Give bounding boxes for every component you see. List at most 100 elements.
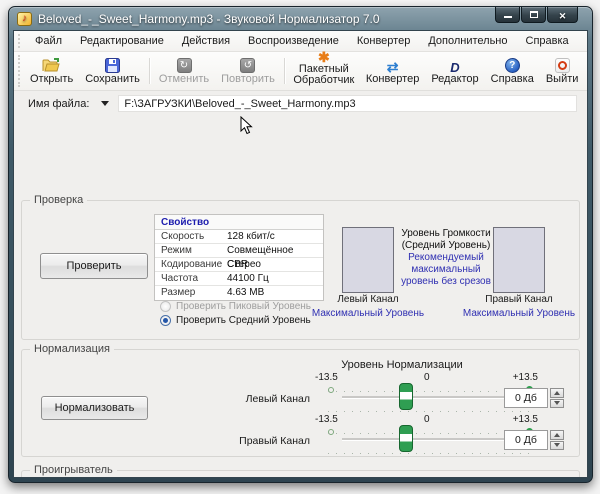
titlebar[interactable]: Beloved_-_Sweet_Harmony.mp3 - Звуковой Н… [9, 7, 592, 30]
properties-header: Свойство [155, 215, 323, 230]
filename-field[interactable]: F:\ЗАГРУЗКИ\Beloved_-_Sweet_Harmony.mp3 [118, 95, 577, 112]
normalize-left-channel-label: Левый Канал [210, 393, 310, 405]
right-channel-label: Правый Канал [469, 294, 569, 305]
slider-thumb[interactable] [399, 425, 413, 452]
caption-buttons [495, 7, 578, 23]
spin-up-button[interactable] [550, 388, 564, 398]
slider-min-marker [328, 429, 334, 435]
max-level-link-right[interactable]: Максимальный Уровень [454, 308, 584, 319]
player-group-label: Проигрыватель [30, 464, 117, 476]
batch-processor-button[interactable]: Пакетный Обработчик [288, 54, 360, 90]
left-channel-label: Левый Канал [318, 294, 418, 305]
menu-help[interactable]: Справка [517, 32, 578, 50]
help-label: Справка [491, 74, 534, 85]
normalize-button[interactable]: Нормализовать [41, 396, 148, 420]
recommend-line3: уровень без срезов [388, 276, 504, 288]
player-group: Проигрыватель [21, 470, 580, 478]
help-button[interactable]: Справка [485, 54, 540, 90]
menu-converter[interactable]: Конвертер [348, 32, 419, 50]
radio-check-average-level[interactable]: Проверить Средний Уровень [160, 315, 311, 326]
table-row: КодированиеCBR [155, 258, 323, 272]
volume-level-caption: Уровень Громкости (Средний Уровень) Реко… [388, 228, 504, 288]
left-db-spinner [550, 388, 564, 408]
scale-mid-label: 0 [424, 372, 430, 383]
filename-label: Имя файла: [28, 98, 89, 110]
right-db-value: 0 Дб [515, 434, 537, 446]
spin-down-button[interactable] [550, 441, 564, 451]
menu-extra[interactable]: Дополнительно [419, 32, 516, 50]
converter-button[interactable]: Конвертер [360, 54, 425, 90]
redo-label: Повторить [221, 74, 275, 85]
maximize-icon [530, 11, 538, 18]
scale-mid-label: 0 [424, 414, 430, 425]
right-db-spinner [550, 430, 564, 450]
toolbar-separator [284, 58, 285, 84]
app-window: Beloved_-_Sweet_Harmony.mp3 - Звуковой Н… [8, 6, 593, 483]
menu-edit[interactable]: Редактирование [71, 32, 173, 50]
left-db-value: 0 Дб [515, 392, 537, 404]
left-db-input[interactable]: 0 Дб [504, 388, 548, 408]
editor-icon [450, 55, 459, 73]
normalize-button-label: Нормализовать [55, 402, 135, 414]
batch-label: Пакетный Обработчик [293, 64, 354, 86]
redo-button[interactable]: Повторить [215, 54, 281, 90]
filename-dropdown-button[interactable] [97, 96, 112, 111]
normalize-group: Нормализация Нормализовать Уровень Норма… [21, 349, 580, 457]
minimize-icon [504, 16, 512, 18]
filename-row: Имя файла: F:\ЗАГРУЗКИ\Beloved_-_Sweet_H… [28, 93, 577, 114]
recommend-line2: максимальный [388, 264, 504, 276]
radio-icon-selected [160, 315, 171, 326]
menu-playback[interactable]: Воспроизведение [239, 32, 348, 50]
max-level-link-left[interactable]: Максимальный Уровень [303, 308, 433, 319]
exit-power-icon [555, 55, 570, 73]
undo-button[interactable]: Отменить [153, 54, 215, 90]
spin-up-button[interactable] [550, 430, 564, 440]
save-button[interactable]: Сохранить [79, 54, 146, 90]
chevron-down-icon [101, 101, 109, 106]
prop-value: 128 кбит/с [227, 230, 323, 243]
window-title: Beloved_-_Sweet_Harmony.mp3 - Звуковой Н… [38, 12, 380, 26]
toolbar-separator [149, 58, 150, 84]
save-floppy-icon [105, 55, 120, 73]
table-row: Частота44100 Гц [155, 272, 323, 286]
prop-value: 44100 Гц [227, 272, 323, 285]
normalize-group-label: Нормализация [30, 343, 114, 355]
redo-icon [240, 55, 255, 73]
radio-icon [160, 301, 171, 312]
slider-ticks [328, 411, 534, 412]
undo-label: Отменить [159, 74, 209, 85]
converter-arrows-icon [387, 55, 399, 73]
client-area: Файл Редактирование Действия Воспроизвед… [13, 30, 588, 478]
exit-button[interactable]: Выйти [540, 54, 585, 90]
spin-down-button[interactable] [550, 399, 564, 409]
scale-min-label: -13.5 [315, 372, 338, 383]
radio-peak-label: Проверить Пиковый Уровень [176, 301, 311, 312]
table-row: Скорость128 кбит/с [155, 230, 323, 244]
maximize-button[interactable] [521, 7, 546, 23]
open-folder-icon [42, 55, 61, 73]
table-row: Размер4.63 МВ [155, 286, 323, 300]
minimize-button[interactable] [495, 7, 520, 23]
menu-actions[interactable]: Действия [173, 32, 239, 50]
check-button-label: Проверить [66, 260, 121, 272]
slider-ticks [328, 453, 534, 454]
arrow-up-icon [554, 433, 560, 437]
exit-label: Выйти [546, 74, 579, 85]
radio-avg-label: Проверить Средний Уровень [176, 315, 311, 326]
normalize-right-channel-label: Правый Канал [210, 435, 310, 447]
menu-file[interactable]: Файл [26, 32, 71, 50]
close-button[interactable] [547, 7, 578, 23]
menu-bar: Файл Редактирование Действия Воспроизвед… [14, 31, 587, 52]
arrow-up-icon [554, 391, 560, 395]
filename-value: F:\ЗАГРУЗКИ\Beloved_-_Sweet_Harmony.mp3 [124, 98, 355, 110]
save-label: Сохранить [85, 74, 140, 85]
mouse-cursor [240, 116, 254, 136]
right-db-input[interactable]: 0 Дб [504, 430, 548, 450]
editor-button[interactable]: Редактор [425, 54, 484, 90]
radio-check-peak-level[interactable]: Проверить Пиковый Уровень [160, 301, 311, 312]
open-button[interactable]: Открыть [24, 54, 79, 90]
slider-thumb[interactable] [399, 383, 413, 410]
prop-key: Размер [155, 286, 227, 300]
recommend-line1: Рекомендуемый [388, 252, 504, 264]
check-button[interactable]: Проверить [40, 253, 148, 279]
